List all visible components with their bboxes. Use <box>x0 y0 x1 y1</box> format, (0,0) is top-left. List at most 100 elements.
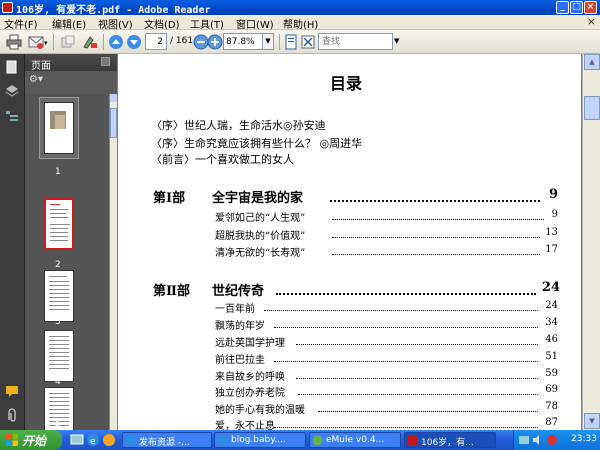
volume-tray-icon[interactable] <box>532 434 544 446</box>
toc-page: 9 <box>551 209 558 220</box>
toc-entry: 爱邻如己的“人生观” <box>215 213 306 224</box>
search-dropdown-icon[interactable]: ▼ <box>394 37 399 45</box>
pdf-page: 目录 〈序〉世纪人瑞，生命活水◎孙安迪 〈序〉生命究竟应该拥有些什么？ ◎周进华… <box>118 54 581 432</box>
leader-dots <box>298 394 538 395</box>
thumbnail-number: 2 <box>55 260 61 270</box>
print-icon[interactable] <box>6 34 22 50</box>
menu-file[interactable]: 文件(F) <box>4 16 38 31</box>
maximize-button[interactable]: □ <box>570 1 583 14</box>
menu-bar: 文件(F) 编辑(E) 视图(V) 文档(D) 工具(T) 窗口(W) 帮助(H… <box>0 15 600 31</box>
scroll-thumb[interactable] <box>584 96 600 120</box>
zoom-level-input[interactable] <box>223 33 263 50</box>
task-label: eMule v0.4... <box>326 435 385 445</box>
toc-entry: 她的手心有我的温暖 <box>215 405 305 416</box>
scroll-up-icon[interactable]: ▲ <box>584 54 600 70</box>
toc-heading: 目录 <box>330 74 363 93</box>
leader-dots <box>332 254 540 255</box>
taskbar-task-active[interactable]: 106岁，有... <box>404 432 496 448</box>
page-number-input[interactable] <box>145 33 167 50</box>
collaborate-icon[interactable] <box>60 34 76 50</box>
toc-page: 13 <box>545 227 558 238</box>
toc-entry: 远赴英国学护理 <box>215 338 285 349</box>
leader-dots <box>330 200 540 202</box>
comments-icon[interactable] <box>5 384 19 398</box>
menu-window[interactable]: 窗口(W) <box>236 16 274 31</box>
attachments-icon[interactable] <box>5 408 19 422</box>
preface-line: 〈序〉生命究竟应该拥有些什么？ ◎周进华 <box>151 137 363 150</box>
preface-line: 〈序〉世纪人瑞，生命活水◎孙安迪 <box>151 119 326 132</box>
sign-icon[interactable] <box>82 34 98 50</box>
leader-dots <box>264 310 538 311</box>
document-close-icon[interactable]: × <box>587 15 596 28</box>
thumbnail-scrollbar[interactable] <box>109 94 117 430</box>
toc-entry: 飘荡的年岁 <box>215 321 265 332</box>
fit-page-icon[interactable] <box>283 34 299 50</box>
page-thumbnail[interactable] <box>44 270 74 322</box>
leader-dots <box>296 344 538 345</box>
preface-line: 〈前言〉一个喜欢做工的女人 <box>151 153 294 166</box>
bookmarks-icon[interactable] <box>5 110 19 124</box>
minimize-button[interactable]: _ <box>556 1 569 14</box>
leader-dots <box>276 293 536 295</box>
toc-entry: 前往巴拉圭 <box>215 355 265 366</box>
leader-dots <box>296 378 538 379</box>
leader-dots <box>318 411 538 412</box>
page-thumbnail[interactable] <box>44 330 74 382</box>
menu-help[interactable]: 帮助(H) <box>283 16 318 31</box>
part-label: 第Ⅰ部 <box>153 191 186 206</box>
thumbnail-number: 1 <box>55 167 61 177</box>
scroll-down-icon[interactable]: ▼ <box>584 413 600 429</box>
toc-page: 46 <box>545 334 558 345</box>
network-tray-icon[interactable] <box>518 434 530 446</box>
pages-panel: 页面 ⚙▾ 1 2 3 4 5 <box>25 54 117 430</box>
pages-icon[interactable] <box>5 60 19 74</box>
page-thumbnail-selected[interactable] <box>44 198 74 250</box>
page-thumbnail[interactable] <box>44 102 74 154</box>
leader-dots <box>274 361 538 362</box>
thumbnail-list: 1 2 3 4 5 <box>25 94 109 430</box>
menu-view[interactable]: 视图(V) <box>98 16 133 31</box>
quicklaunch-ie-icon[interactable]: e <box>86 433 100 447</box>
task-label: blog.baby.... <box>231 435 286 445</box>
toc-entry: 清净无欲的“长寿观” <box>215 248 306 259</box>
menu-document[interactable]: 文档(D) <box>144 16 180 31</box>
email-icon[interactable] <box>28 34 44 50</box>
security-tray-icon[interactable] <box>546 434 558 446</box>
thumbnail-options-icon[interactable]: ⚙▾ <box>29 74 51 90</box>
layers-icon[interactable] <box>5 84 19 98</box>
close-button[interactable]: × <box>584 1 597 14</box>
part-title: 世纪传奇 <box>212 284 265 299</box>
toolbar: ▾ / 161 ▼ ▼ <box>0 30 600 54</box>
panel-close-icon[interactable] <box>101 57 110 66</box>
zoom-dropdown-icon[interactable]: ▼ <box>263 33 274 50</box>
document-scrollbar[interactable]: ▲ ▼ <box>582 54 600 430</box>
quicklaunch-desktop-icon[interactable] <box>70 433 84 447</box>
next-page-icon[interactable] <box>126 34 142 50</box>
navigation-pane-icons <box>0 54 25 430</box>
menu-tools[interactable]: 工具(T) <box>190 16 224 31</box>
quicklaunch-media-icon[interactable] <box>102 433 116 447</box>
toolbar-separator <box>53 34 54 50</box>
zoom-in-icon[interactable] <box>207 34 223 50</box>
taskbar-task[interactable]: eMule v0.4... <box>309 432 401 448</box>
menu-edit[interactable]: 编辑(E) <box>52 16 86 31</box>
search-input[interactable] <box>318 33 393 50</box>
full-screen-icon[interactable] <box>300 34 316 50</box>
email-dropdown-icon[interactable]: ▾ <box>44 39 48 47</box>
toc-entry: 超脱我执的“价值观” <box>215 231 306 242</box>
previous-page-icon[interactable] <box>108 34 124 50</box>
leader-dots <box>274 327 538 328</box>
start-button[interactable]: 开始 <box>0 430 62 450</box>
toc-page: 78 <box>545 401 558 412</box>
leader-dots <box>332 219 544 220</box>
svg-text:e: e <box>90 437 96 447</box>
part-page: 9 <box>548 187 558 202</box>
leader-dots <box>274 427 538 428</box>
toc-entry: 独立创办养老院 <box>215 388 285 399</box>
taskbar-task[interactable]: 发布资源 -... <box>122 432 212 448</box>
thumbnail-number: 5 <box>55 419 61 429</box>
taskbar-task[interactable]: blog.baby.... <box>214 432 306 448</box>
page-total: / 161 <box>170 36 194 46</box>
part-label: 第Ⅱ部 <box>153 284 190 299</box>
toc-page: 87 <box>545 417 558 428</box>
